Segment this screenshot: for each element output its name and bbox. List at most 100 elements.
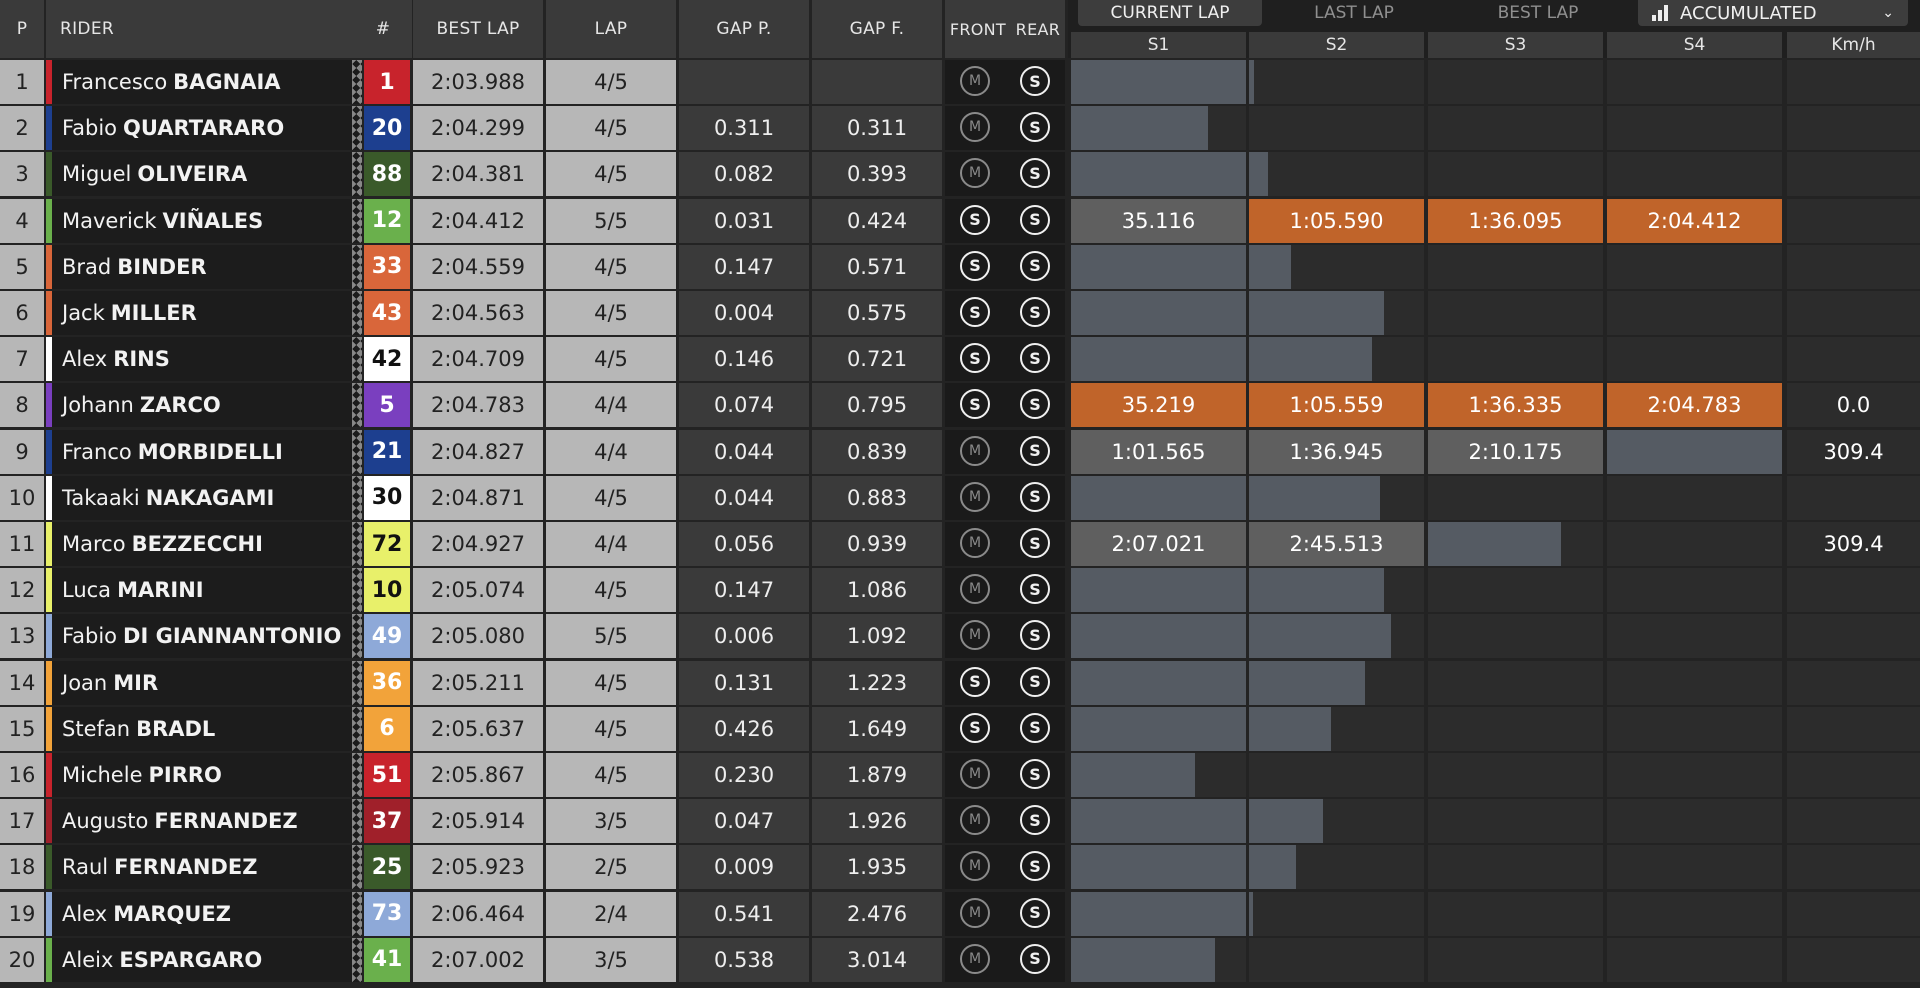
rear-tyre-icon: S (1020, 574, 1050, 605)
header-gap-p[interactable]: GAP P. (679, 0, 809, 58)
checkered-flag-icon (352, 244, 362, 289)
position: 6 (0, 291, 44, 335)
table-row[interactable]: 8 Johann ZARCO 5 2:04.783 4/4 0.074 0.795 S S 35.2… (0, 383, 1920, 429)
sector-4-cell (1607, 244, 1782, 289)
table-row[interactable]: 11 Marco BEZZECCHI 72 2:04.927 4/4 0.056 0.939 M… (0, 522, 1920, 568)
lap-count: 3/5 (546, 937, 676, 982)
table-row[interactable]: 13 Fabio DI GIANNANTONIO 49 2:05.080 5/5 0.006… (0, 614, 1920, 660)
sector-time: 1:36.335 (1468, 393, 1563, 418)
position: 17 (0, 799, 44, 844)
rider-name[interactable]: Raul FERNANDEZ (46, 845, 354, 890)
sector-4-cell (1607, 60, 1782, 104)
checkered-flag-icon (352, 429, 362, 474)
sector-2-cell (1249, 568, 1424, 613)
rider-name[interactable]: Fabio DI GIANNANTONIO (46, 614, 354, 659)
front-tyre-icon: S (960, 297, 990, 327)
table-row[interactable]: 5 Brad BINDER 33 2:04.559 4/5 0.147 0.571 S S (0, 244, 1920, 291)
sector-progress-bar (1071, 660, 1246, 705)
tab-best-lap[interactable]: BEST LAP (1446, 0, 1630, 26)
sector-3-cell (1428, 706, 1603, 751)
table-row[interactable]: 12 Luca MARINI 10 2:05.074 4/5 0.147 1.086 M S (0, 568, 1920, 614)
rider-last-name: BAGNAIA (173, 70, 281, 94)
rider-last-name: MARQUEZ (113, 901, 231, 926)
rider-first-name: Alex (62, 901, 108, 926)
rider-first-name: Michele (62, 763, 143, 787)
tab-last-lap[interactable]: LAST LAP (1262, 0, 1446, 26)
gap-first: 1.086 (812, 568, 942, 613)
rider-name[interactable]: Joan MIR (46, 660, 354, 705)
rider-last-name: NAKAGAMI (145, 485, 275, 510)
sector-2-cell: 2:45.513 (1249, 522, 1424, 566)
sector-progress-bar (1071, 891, 1246, 936)
header-lap[interactable]: LAP (546, 0, 676, 58)
rider-name[interactable]: Luca MARINI (46, 568, 354, 613)
front-tyre-icon: M (960, 528, 990, 558)
team-color-stripe (46, 937, 52, 982)
rider-name[interactable]: Aleix ESPARGARO (46, 937, 354, 982)
rear-tyre-icon: S (1020, 297, 1050, 327)
table-row[interactable]: 7 Alex RINS 42 2:04.709 4/5 0.146 0.721 S S (0, 337, 1920, 383)
table-row[interactable]: 1 Francesco BAGNAIA 1 2:03.988 4/5 M S (0, 60, 1920, 106)
sector-3-cell (1428, 337, 1603, 382)
gap-previous: 0.147 (679, 568, 809, 613)
table-row[interactable]: 16 Michele PIRRO 51 2:05.867 4/5 0.230 1.879 M S (0, 753, 1920, 799)
team-color-stripe (46, 568, 52, 613)
sector-3-cell (1428, 475, 1603, 520)
table-row[interactable]: 9 Franco MORBIDELLI 21 2:04.827 4/4 0.044 0.839… (0, 429, 1920, 476)
accumulated-dropdown[interactable]: ACCUMULATED ⌄ (1638, 0, 1908, 26)
sector-progress-bar (1249, 152, 1269, 197)
rider-name[interactable]: Jack MILLER (46, 291, 354, 335)
header-best-lap[interactable]: BEST LAP (413, 0, 543, 58)
rider-name[interactable]: Fabio QUARTARARO (46, 106, 354, 151)
rider-first-name: Fabio (62, 624, 118, 649)
chevron-down-icon: ⌄ (1882, 5, 1894, 21)
sector-time: 1:05.559 (1289, 393, 1384, 418)
rider-name[interactable]: Franco MORBIDELLI (46, 429, 354, 474)
gap-previous: 0.006 (679, 614, 809, 659)
rider-name[interactable]: Augusto FERNANDEZ (46, 799, 354, 844)
sector-progress-bar (1071, 60, 1246, 104)
gap-first: 1.879 (812, 753, 942, 797)
sector-4-cell (1607, 891, 1782, 936)
sector-4-cell (1607, 706, 1782, 751)
rider-name[interactable]: Stefan BRADL (46, 706, 354, 751)
table-row[interactable]: 18 Raul FERNANDEZ 25 2:05.923 2/5 0.009 1.935 M S (0, 845, 1920, 891)
rider-name[interactable]: Michele PIRRO (46, 753, 354, 797)
table-row[interactable]: 14 Joan MIR 36 2:05.211 4/5 0.131 1.223 S S (0, 660, 1920, 707)
table-row[interactable]: 4 Maverick VIÑALES 12 2:04.412 5/5 0.031 0.424 S… (0, 198, 1920, 245)
rider-number: 12 (364, 198, 410, 243)
table-row[interactable]: 15 Stefan BRADL 6 2:05.637 4/5 0.426 1.649 S S (0, 706, 1920, 753)
table-row[interactable]: 2 Fabio QUARTARARO 20 2:04.299 4/5 0.311 0.311 M… (0, 106, 1920, 152)
rider-name[interactable]: Maverick VIÑALES (46, 198, 354, 243)
tyres: SS (945, 383, 1065, 428)
rider-name[interactable]: Takaaki NAKAGAMI (46, 475, 354, 520)
rider-name[interactable]: Miguel OLIVEIRA (46, 152, 354, 197)
table-row[interactable]: 17 Augusto FERNANDEZ 37 2:05.914 3/5 0.047 1.92… (0, 799, 1920, 845)
front-tyre-icon: M (960, 574, 990, 605)
tyres: SS (945, 660, 1065, 705)
best-lap-time: 2:03.988 (413, 60, 543, 104)
sector-progress-bar (1249, 337, 1372, 382)
rider-name[interactable]: Alex RINS (46, 337, 354, 382)
checkered-flag-icon (352, 291, 362, 335)
speed-kmh (1787, 198, 1920, 243)
table-row[interactable]: 6 Jack MILLER 43 2:04.563 4/5 0.004 0.575 S S (0, 291, 1920, 337)
rider-name[interactable]: Marco BEZZECCHI (46, 522, 354, 566)
rider-name[interactable]: Brad BINDER (46, 244, 354, 289)
tab-current-lap[interactable]: CURRENT LAP (1078, 0, 1262, 26)
best-lap-time: 2:04.559 (413, 244, 543, 289)
sector-time: 2:10.175 (1468, 439, 1563, 464)
position: 14 (0, 660, 44, 705)
table-row[interactable]: 10 Takaaki NAKAGAMI 30 2:04.871 4/5 0.044 0.883… (0, 475, 1920, 522)
table-row[interactable]: 3 Miguel OLIVEIRA 88 2:04.381 4/5 0.082 0.393 M S (0, 152, 1920, 198)
table-row[interactable]: 20 Aleix ESPARGARO 41 2:07.002 3/5 0.538 3.014 M… (0, 937, 1920, 984)
rider-name[interactable]: Francesco BAGNAIA (46, 60, 354, 104)
rider-name[interactable]: Johann ZARCO (46, 383, 354, 428)
sector-2-cell (1249, 753, 1424, 797)
table-row[interactable]: 19 Alex MARQUEZ 73 2:06.464 2/4 0.541 2.476 M S (0, 891, 1920, 938)
tyres: MS (945, 845, 1065, 890)
rider-number: 41 (364, 937, 410, 982)
header-gap-f[interactable]: GAP F. (812, 0, 942, 58)
speed-kmh (1787, 614, 1920, 659)
rider-name[interactable]: Alex MARQUEZ (46, 891, 354, 936)
